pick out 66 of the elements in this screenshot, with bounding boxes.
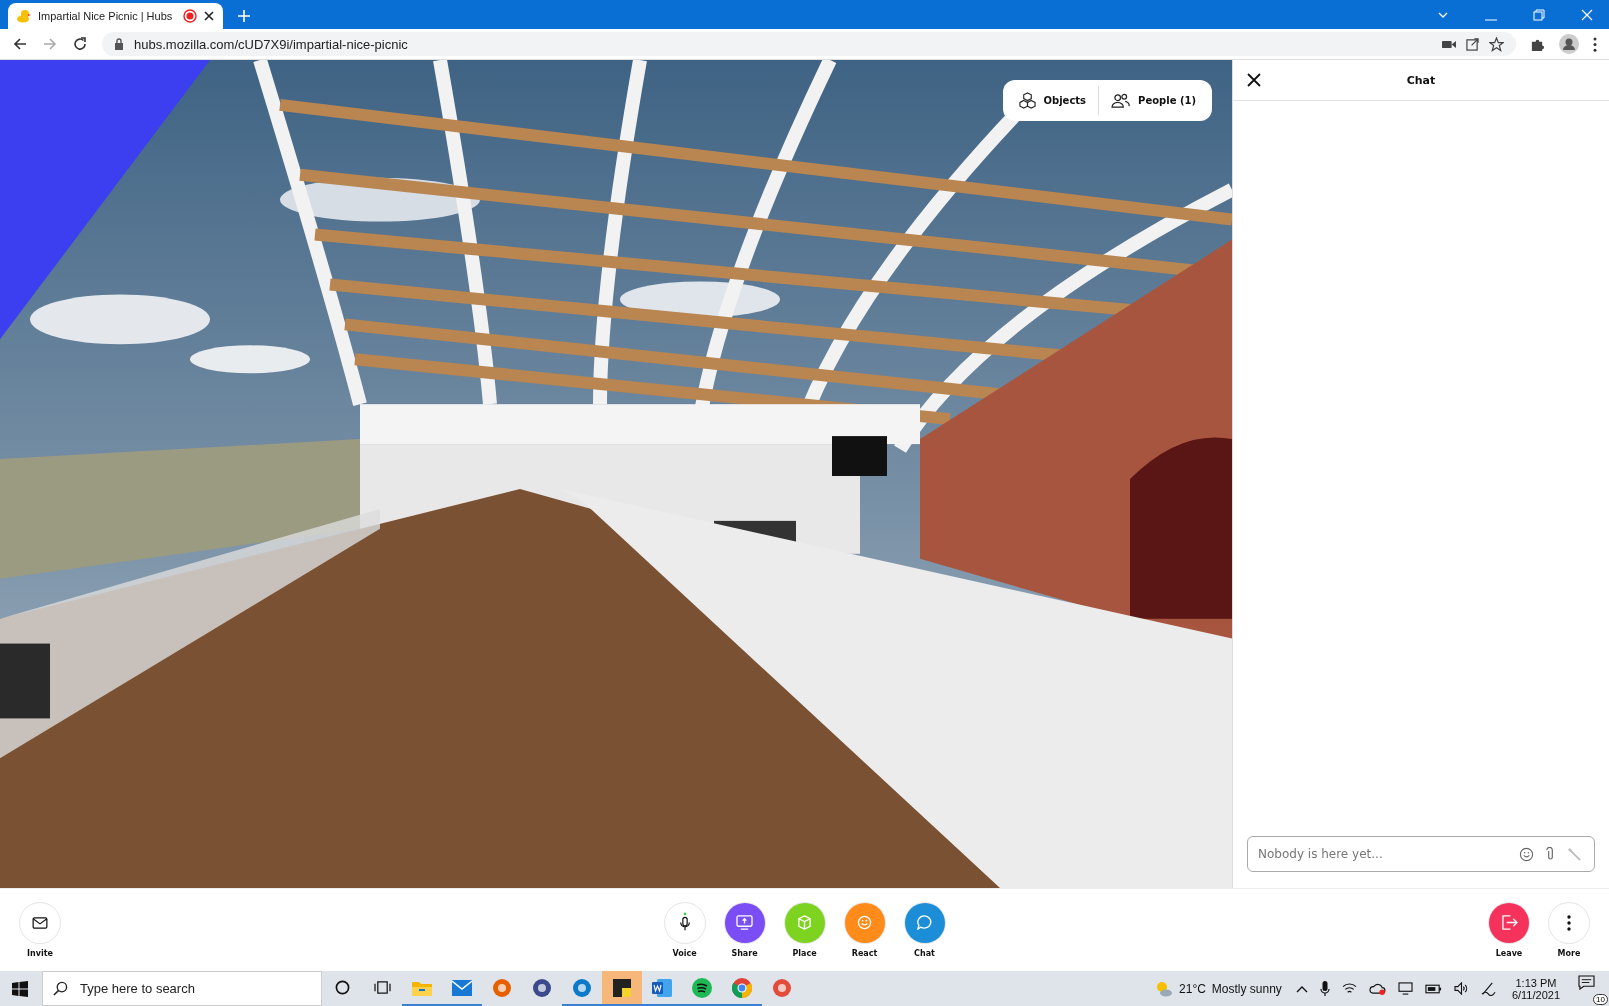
address-field[interactable]: hubs.mozilla.com/cUD7X9i/impartial-nice-picnic [102, 32, 1516, 56]
screen-share-icon [736, 915, 753, 930]
microphone-icon [678, 912, 691, 933]
date-text: 6/11/2021 [1511, 988, 1560, 1001]
notification-count: 10 [1593, 994, 1608, 1005]
message-field[interactable]: Nobody is here yet... [1247, 836, 1595, 872]
notifications-button[interactable]: 10 [1572, 971, 1609, 1006]
wifi-icon[interactable] [1341, 982, 1357, 995]
notes-taskbar-button[interactable] [602, 971, 642, 1006]
people-icon [1111, 93, 1131, 108]
profile-icon[interactable] [1559, 34, 1579, 54]
app-logo-icon [572, 977, 592, 998]
envelope-icon [452, 979, 472, 996]
search-icon [53, 981, 68, 996]
external-link-icon[interactable] [1466, 37, 1479, 51]
app-logo-icon [532, 977, 552, 998]
sun-cloud-icon [1155, 979, 1174, 998]
sound-waves-icon [692, 977, 712, 998]
message-input[interactable]: Nobody is here yet... [1256, 846, 1507, 862]
smiley-icon [857, 915, 872, 930]
folder-icon [412, 979, 432, 996]
close-icon[interactable] [1247, 73, 1261, 87]
message-icon [1578, 975, 1595, 990]
browser-logo-icon [732, 977, 752, 998]
envelope-icon [32, 916, 48, 929]
new-tab-icon[interactable] [237, 9, 251, 23]
cube-icon [797, 915, 812, 930]
microphone-icon[interactable] [1319, 980, 1330, 997]
search-input[interactable]: Type here to search [78, 980, 311, 997]
battery-icon[interactable] [1424, 983, 1442, 994]
chevron-up-icon[interactable] [1295, 984, 1308, 993]
display-icon[interactable] [1397, 982, 1413, 995]
cubes-icon [1018, 92, 1036, 109]
back-icon[interactable] [12, 36, 28, 52]
time-text: 1:13 PM [1515, 976, 1557, 989]
objects-button[interactable]: Objects [1006, 86, 1099, 115]
browser-tab[interactable]: Impartial Nice Picnic | Hubs [8, 3, 223, 29]
app-logo-icon [772, 977, 792, 998]
exit-icon [1500, 915, 1518, 930]
speaker-icon[interactable] [1453, 982, 1469, 995]
more-vertical-icon [1567, 914, 1571, 931]
reload-icon[interactable] [72, 36, 88, 52]
app-logo-icon [492, 977, 512, 998]
duck-icon [16, 8, 32, 24]
sticky-note-icon [613, 978, 631, 997]
chat-title: Chat [1406, 73, 1436, 87]
document-w-icon [652, 978, 672, 997]
restore-icon[interactable] [1533, 9, 1545, 21]
taskbar-search-field[interactable]: Type here to search [42, 971, 322, 1006]
speech-bubble-icon [917, 915, 932, 930]
circle-icon [334, 980, 350, 995]
smiley-icon[interactable] [1519, 846, 1534, 862]
lock-icon [114, 38, 124, 50]
kebab-menu-icon[interactable] [1593, 36, 1597, 52]
star-icon[interactable] [1489, 36, 1504, 52]
weather-condition-text: Mostly sunny [1211, 981, 1282, 996]
task-view-icon [373, 980, 391, 995]
temperature-text: 21°C [1179, 981, 1206, 996]
close-icon[interactable] [203, 10, 215, 22]
clock[interactable]: 1:13 PM 6/11/2021 [1511, 976, 1560, 1001]
people-button[interactable]: People (1) [1098, 86, 1208, 115]
tab-title: Impartial Nice Picnic | Hubs [38, 10, 174, 22]
windows-start-icon[interactable] [12, 980, 28, 997]
camera-icon[interactable] [1442, 38, 1456, 50]
cloud-alert-icon[interactable] [1368, 982, 1386, 995]
paperclip-icon[interactable] [1546, 846, 1555, 862]
